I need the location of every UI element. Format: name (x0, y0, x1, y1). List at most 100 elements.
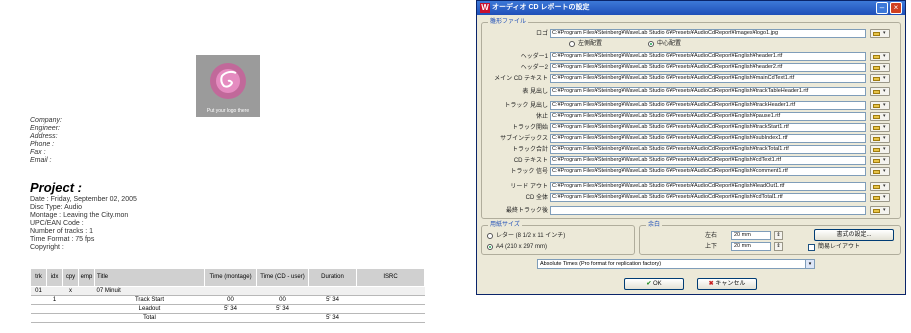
table-header-browse-button[interactable]: ▾ (870, 87, 890, 96)
format-settings-button[interactable]: 書式の設定... (814, 229, 894, 241)
track-header-path-field[interactable]: C:¥Program Files¥Steinberg¥WaveLab Studi… (550, 101, 866, 110)
table-cell (308, 304, 357, 314)
main-cd-text-browse-button[interactable]: ▾ (870, 74, 890, 83)
margin-vertical-stepper[interactable]: ⇕ (774, 242, 783, 251)
sub-index-path-field[interactable]: C:¥Program Files¥Steinberg¥WaveLab Studi… (550, 134, 866, 143)
project-track-count: Number of tracks : 1 (30, 228, 94, 235)
folder-icon (873, 32, 880, 36)
folder-icon (873, 115, 880, 119)
align-center-radio[interactable] (648, 41, 654, 47)
checkmark-icon: ✔ (646, 281, 652, 287)
project-date: Date : Friday, September 02, 2005 (30, 196, 137, 203)
after-last-track-path-field[interactable] (550, 206, 866, 215)
cd-text-path-field[interactable]: C:¥Program Files¥Steinberg¥WaveLab Studi… (550, 156, 866, 165)
header1-path-field[interactable]: C:¥Program Files¥Steinberg¥WaveLab Studi… (550, 52, 866, 61)
ok-button[interactable]: ✔ OK (624, 278, 684, 290)
table-cell: 1 (46, 295, 63, 305)
track-start-path-field[interactable]: C:¥Program Files¥Steinberg¥WaveLab Studi… (550, 123, 866, 132)
logo-browse-button[interactable]: ▾ (870, 29, 890, 38)
margin-horizontal-stepper[interactable]: ⇕ (774, 231, 783, 240)
field-label: 表 見出し (522, 89, 548, 95)
track-header-browse-button[interactable]: ▾ (870, 101, 890, 110)
chevron-down-icon: ▾ (883, 102, 886, 108)
project-montage: Montage : Leaving the City.mon (30, 212, 129, 219)
folder-icon (873, 148, 880, 152)
paper-letter-radio[interactable] (487, 233, 493, 239)
track-comment-browse-button[interactable]: ▾ (870, 167, 890, 176)
lead-out-path-field[interactable]: C:¥Program Files¥Steinberg¥WaveLab Studi… (550, 182, 866, 191)
header2-browse-button[interactable]: ▾ (870, 63, 890, 72)
main-cd-text-path-field[interactable]: C:¥Program Files¥Steinberg¥WaveLab Studi… (550, 74, 866, 83)
compact-layout-checkbox[interactable] (808, 244, 815, 251)
header1-browse-button[interactable]: ▾ (870, 52, 890, 61)
chevron-down-icon: ▾ (883, 75, 886, 81)
table-cell (78, 295, 95, 305)
track-header-row: トラック 見出し C:¥Program Files¥Steinberg¥Wave… (477, 101, 905, 111)
track-comment-row: トラック 信号 C:¥Program Files¥Steinberg¥WaveL… (477, 167, 905, 177)
sub-index-browse-button[interactable]: ▾ (870, 134, 890, 143)
lead-out-browse-button[interactable]: ▾ (870, 182, 890, 191)
report-preview: Put your logo there Company: Engineer: A… (0, 0, 455, 333)
engineer-line: Engineer: (30, 125, 60, 132)
table-row: Leadout 5' 34 5' 34 (30, 304, 425, 314)
table-header-path-field[interactable]: C:¥Program Files¥Steinberg¥WaveLab Studi… (550, 87, 866, 96)
logo-path-field[interactable]: C:¥Program Files¥Steinberg¥WaveLab Studi… (550, 29, 866, 38)
chevron-down-icon: ▾ (883, 146, 886, 152)
logo-label: ロゴ (535, 31, 548, 37)
header2-row: ヘッダー2 C:¥Program Files¥Steinberg¥WaveLab… (477, 63, 905, 73)
pause-path-field[interactable]: C:¥Program Files¥Steinberg¥WaveLab Studi… (550, 112, 866, 121)
chevron-down-icon[interactable]: ▾ (805, 260, 814, 268)
track-total-browse-button[interactable]: ▾ (870, 145, 890, 154)
after-last-track-browse-button[interactable]: ▾ (870, 206, 890, 215)
dialog-titlebar[interactable]: W オーディオ CD レポートの設定 – × (477, 1, 905, 15)
align-left-radio[interactable] (569, 41, 575, 47)
project-title: Project : (30, 180, 83, 195)
minimize-button[interactable]: – (876, 2, 888, 14)
table-cell (308, 286, 357, 296)
chevron-down-icon: ▾ (883, 53, 886, 59)
chevron-down-icon: ▾ (883, 194, 886, 200)
track-comment-path-field[interactable]: C:¥Program Files¥Steinberg¥WaveLab Studi… (550, 167, 866, 176)
field-label: トラック 見出し (504, 103, 548, 109)
chevron-down-icon: ▾ (883, 183, 886, 189)
column-header: cpy (62, 268, 79, 287)
time-format-select[interactable]: Absolute Times (Pro format for replicati… (537, 259, 815, 269)
table-cell (30, 304, 47, 314)
close-button[interactable]: × (890, 2, 902, 14)
field-label: 最終トラック後 (505, 208, 548, 214)
table-cell: 5' 34 (256, 304, 309, 314)
header1-row: ヘッダー1 C:¥Program Files¥Steinberg¥WaveLab… (477, 52, 905, 62)
main-cd-text-row: メイン CD テキスト C:¥Program Files¥Steinberg¥W… (477, 74, 905, 84)
margin-vertical-input[interactable]: 20 mm (731, 242, 771, 251)
email-line: Email : (30, 157, 52, 164)
cd-total-path-field[interactable]: C:¥Program Files¥Steinberg¥WaveLab Studi… (550, 193, 866, 202)
paper-letter-label: レター (8 1/2 x 11 インチ) (496, 233, 566, 239)
folder-icon (873, 55, 880, 59)
track-total-row: トラック合計 C:¥Program Files¥Steinberg¥WaveLa… (477, 145, 905, 155)
cancel-x-icon: ✖ (708, 281, 714, 287)
header2-path-field[interactable]: C:¥Program Files¥Steinberg¥WaveLab Studi… (550, 63, 866, 72)
field-label: ヘッダー2 (520, 65, 548, 71)
project-disc-type: Disc Type: Audio (30, 204, 83, 211)
track-total-path-field[interactable]: C:¥Program Files¥Steinberg¥WaveLab Studi… (550, 145, 866, 154)
field-label: CD 全体 (525, 195, 548, 201)
paper-a4-radio[interactable] (487, 244, 493, 250)
cd-text-browse-button[interactable]: ▾ (870, 156, 890, 165)
chevron-down-icon: ▾ (883, 157, 886, 163)
chevron-down-icon: ▾ (883, 64, 886, 70)
track-start-row: トラック開始 C:¥Program Files¥Steinberg¥WaveLa… (477, 123, 905, 133)
table-row: 01 x 07 Minuit (30, 286, 425, 296)
track-start-browse-button[interactable]: ▾ (870, 123, 890, 132)
cd-total-browse-button[interactable]: ▾ (870, 193, 890, 202)
table-cell (30, 313, 47, 323)
pause-browse-button[interactable]: ▾ (870, 112, 890, 121)
table-cell (256, 286, 309, 296)
margin-horizontal-input[interactable]: 20 mm (731, 231, 771, 240)
project-time-format: Time Format : 75 fps (30, 236, 95, 243)
table-cell (256, 313, 309, 323)
table-cell: 00 (256, 295, 309, 305)
table-cell (78, 313, 95, 323)
cancel-button[interactable]: ✖ キャンセル (697, 278, 757, 290)
lead-out-row: リード アウト C:¥Program Files¥Steinberg¥WaveL… (477, 182, 905, 192)
folder-icon (873, 159, 880, 163)
